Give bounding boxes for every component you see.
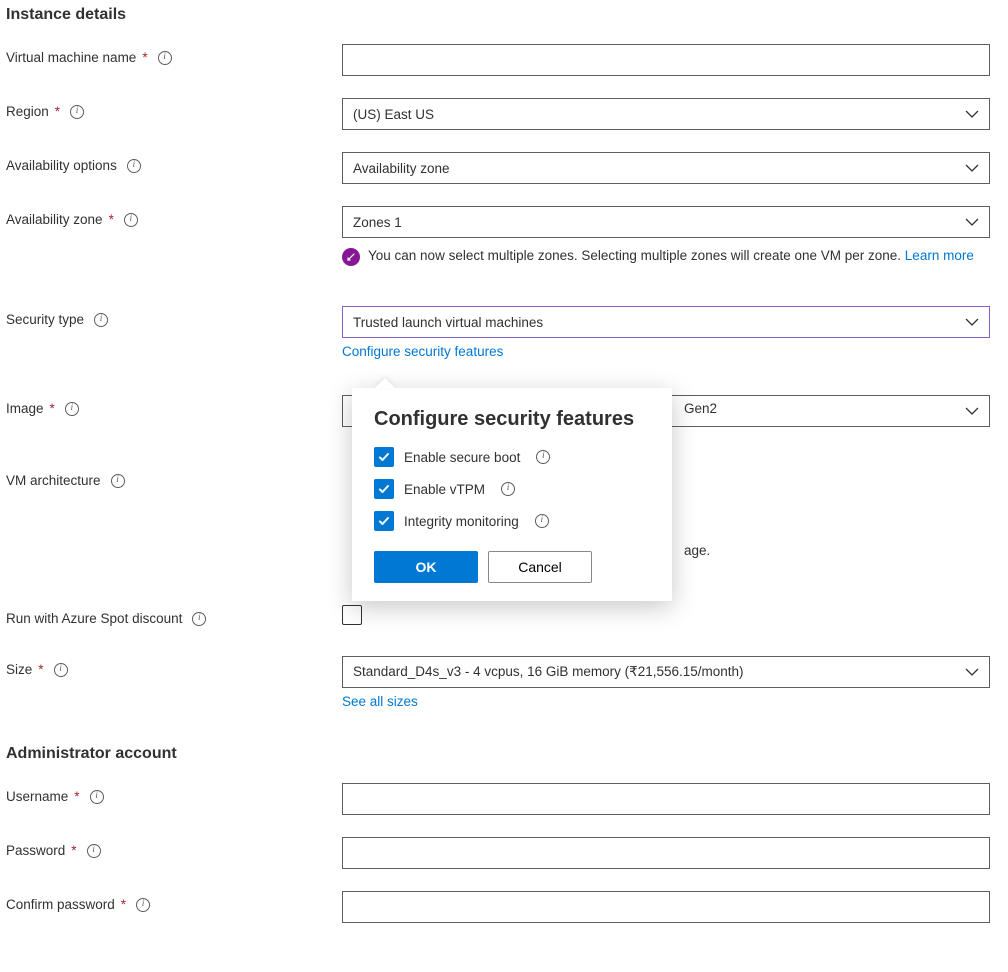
label-vm-name: Virtual machine name * i bbox=[6, 44, 342, 65]
info-icon[interactable]: i bbox=[124, 213, 138, 227]
info-icon[interactable]: i bbox=[192, 612, 206, 626]
label-text: Security type bbox=[6, 312, 84, 327]
info-icon[interactable]: i bbox=[111, 474, 125, 488]
integrity-monitoring-checkbox[interactable] bbox=[374, 511, 394, 531]
label-confirm-password: Confirm password * i bbox=[6, 891, 342, 912]
select-value: Standard_D4s_v3 - 4 vcpus, 16 GiB memory… bbox=[353, 664, 744, 680]
label-text: Username bbox=[6, 789, 68, 804]
vm-name-input[interactable] bbox=[342, 44, 990, 76]
zone-hint: You can now select multiple zones. Selec… bbox=[342, 246, 990, 266]
security-type-select[interactable]: Trusted launch virtual machines bbox=[342, 306, 990, 338]
label-password: Password * i bbox=[6, 837, 342, 858]
required-asterisk: * bbox=[142, 50, 147, 65]
select-value: Trusted launch virtual machines bbox=[353, 315, 543, 330]
chevron-down-icon bbox=[965, 404, 979, 418]
info-icon[interactable]: i bbox=[54, 663, 68, 677]
info-icon[interactable]: i bbox=[501, 482, 515, 496]
label-text: VM architecture bbox=[6, 473, 101, 488]
select-value: Availability zone bbox=[353, 161, 450, 176]
info-icon[interactable]: i bbox=[70, 105, 84, 119]
vtpm-label: Enable vTPM bbox=[404, 482, 485, 497]
see-all-sizes-link[interactable]: See all sizes bbox=[342, 694, 990, 709]
info-icon[interactable]: i bbox=[94, 313, 108, 327]
select-value: (US) East US bbox=[353, 107, 434, 122]
rocket-icon bbox=[342, 248, 360, 266]
size-select[interactable]: Standard_D4s_v3 - 4 vcpus, 16 GiB memory… bbox=[342, 656, 990, 688]
info-icon[interactable]: i bbox=[158, 51, 172, 65]
label-text: Run with Azure Spot discount bbox=[6, 611, 182, 626]
chevron-down-icon bbox=[965, 107, 979, 121]
configure-security-link[interactable]: Configure security features bbox=[342, 344, 990, 359]
label-spot-discount: Run with Azure Spot discount i bbox=[6, 605, 342, 626]
select-value: Zones 1 bbox=[353, 215, 402, 230]
chevron-down-icon bbox=[965, 665, 979, 679]
secure-boot-checkbox[interactable] bbox=[374, 447, 394, 467]
label-image: Image * i bbox=[6, 395, 342, 416]
hint-text: You can now select multiple zones. Selec… bbox=[368, 248, 905, 263]
info-icon[interactable]: i bbox=[536, 450, 550, 464]
availability-zone-select[interactable]: Zones 1 bbox=[342, 206, 990, 238]
chevron-down-icon bbox=[965, 215, 979, 229]
security-features-popover: Configure security features Enable secur… bbox=[352, 388, 672, 601]
label-region: Region * i bbox=[6, 98, 342, 119]
label-security-type: Security type i bbox=[6, 306, 342, 327]
label-availability-zone: Availability zone * i bbox=[6, 206, 342, 227]
chevron-down-icon bbox=[965, 315, 979, 329]
label-text: Availability zone bbox=[6, 212, 103, 227]
info-icon[interactable]: i bbox=[127, 159, 141, 173]
vtpm-checkbox[interactable] bbox=[374, 479, 394, 499]
info-icon[interactable]: i bbox=[87, 844, 101, 858]
cancel-button[interactable]: Cancel bbox=[488, 551, 592, 583]
section-admin-account: Administrator account bbox=[6, 745, 1002, 763]
info-icon[interactable]: i bbox=[65, 402, 79, 416]
required-asterisk: * bbox=[38, 662, 43, 677]
label-vm-architecture: VM architecture i bbox=[6, 467, 342, 488]
image-value-fragment: Gen2 bbox=[684, 401, 717, 416]
label-text: Size bbox=[6, 662, 32, 677]
required-asterisk: * bbox=[74, 789, 79, 804]
required-asterisk: * bbox=[50, 401, 55, 416]
label-size: Size * i bbox=[6, 656, 342, 677]
learn-more-link[interactable]: Learn more bbox=[905, 248, 974, 263]
label-text: Confirm password bbox=[6, 897, 115, 912]
label-availability-options: Availability options i bbox=[6, 152, 342, 173]
secure-boot-label: Enable secure boot bbox=[404, 450, 520, 465]
confirm-password-input[interactable] bbox=[342, 891, 990, 923]
label-username: Username * i bbox=[6, 783, 342, 804]
required-asterisk: * bbox=[121, 897, 126, 912]
availability-options-select[interactable]: Availability zone bbox=[342, 152, 990, 184]
password-input[interactable] bbox=[342, 837, 990, 869]
label-text: Image bbox=[6, 401, 44, 416]
label-text: Virtual machine name bbox=[6, 50, 136, 65]
integrity-monitoring-label: Integrity monitoring bbox=[404, 514, 519, 529]
ok-button[interactable]: OK bbox=[374, 551, 478, 583]
zone-hint-text: You can now select multiple zones. Selec… bbox=[368, 246, 974, 266]
required-asterisk: * bbox=[55, 104, 60, 119]
label-text: Region bbox=[6, 104, 49, 119]
info-icon[interactable]: i bbox=[90, 790, 104, 804]
popover-title: Configure security features bbox=[374, 408, 650, 431]
spot-discount-checkbox[interactable] bbox=[342, 605, 362, 625]
chevron-down-icon bbox=[965, 161, 979, 175]
region-select[interactable]: (US) East US bbox=[342, 98, 990, 130]
required-asterisk: * bbox=[71, 843, 76, 858]
info-icon[interactable]: i bbox=[136, 898, 150, 912]
label-text: Availability options bbox=[6, 158, 117, 173]
arch-message-fragment: age. bbox=[684, 543, 710, 558]
required-asterisk: * bbox=[109, 212, 114, 227]
section-instance-details: Instance details bbox=[6, 6, 1002, 24]
username-input[interactable] bbox=[342, 783, 990, 815]
info-icon[interactable]: i bbox=[535, 514, 549, 528]
label-text: Password bbox=[6, 843, 65, 858]
